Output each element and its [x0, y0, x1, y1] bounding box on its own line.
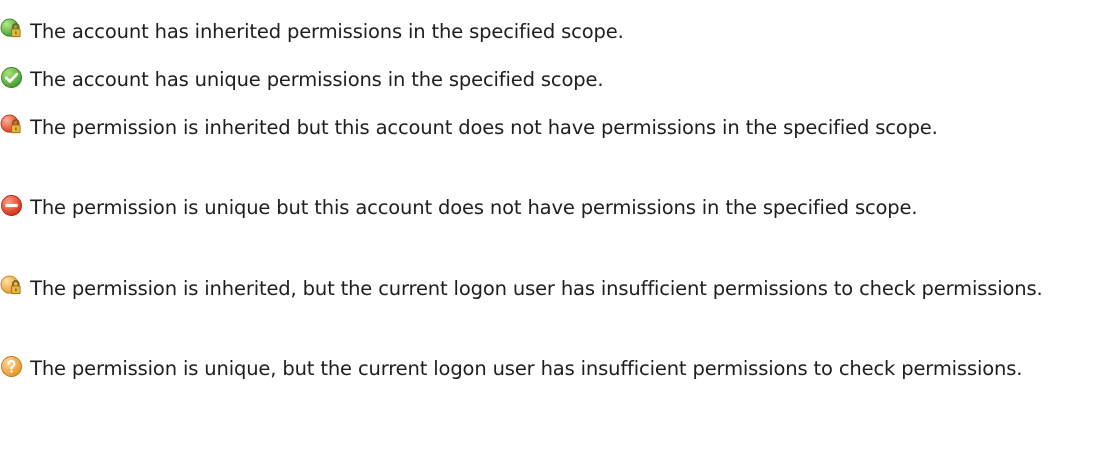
- legend-text: The permission is unique but this accoun…: [30, 196, 918, 219]
- unique-insufficient-permission-question-icon: [1, 356, 22, 377]
- legend-item-inherited-no-permissions: The permission is inherited but this acc…: [0, 111, 1090, 144]
- legend-text: The permission is inherited, but the cur…: [30, 277, 1043, 300]
- legend-item-inherited-permissions: The account has inherited permissions in…: [0, 15, 1090, 48]
- inherited-no-permission-icon: [0, 114, 21, 134]
- legend-text: The permission is inherited but this acc…: [30, 116, 938, 139]
- legend-item-unique-no-permissions: The permission is unique but this accoun…: [0, 191, 1090, 224]
- inherited-insufficient-permission-icon: [0, 275, 21, 295]
- legend-item-unique-permissions: The account has unique permissions in th…: [0, 63, 1090, 96]
- unique-no-permission-icon: [1, 195, 22, 216]
- legend-item-inherited-insufficient: The permission is inherited, but the cur…: [0, 272, 1090, 305]
- permission-legend: The account has inherited permissions in…: [0, 0, 1110, 458]
- unique-permission-check-icon: [1, 67, 22, 88]
- legend-text: The permission is unique, but the curren…: [30, 357, 1023, 380]
- legend-item-unique-insufficient: The permission is unique, but the curren…: [0, 352, 1090, 385]
- legend-text: The account has unique permissions in th…: [30, 68, 604, 91]
- legend-text: The account has inherited permissions in…: [30, 20, 624, 43]
- inherited-permission-icon: [0, 18, 21, 38]
